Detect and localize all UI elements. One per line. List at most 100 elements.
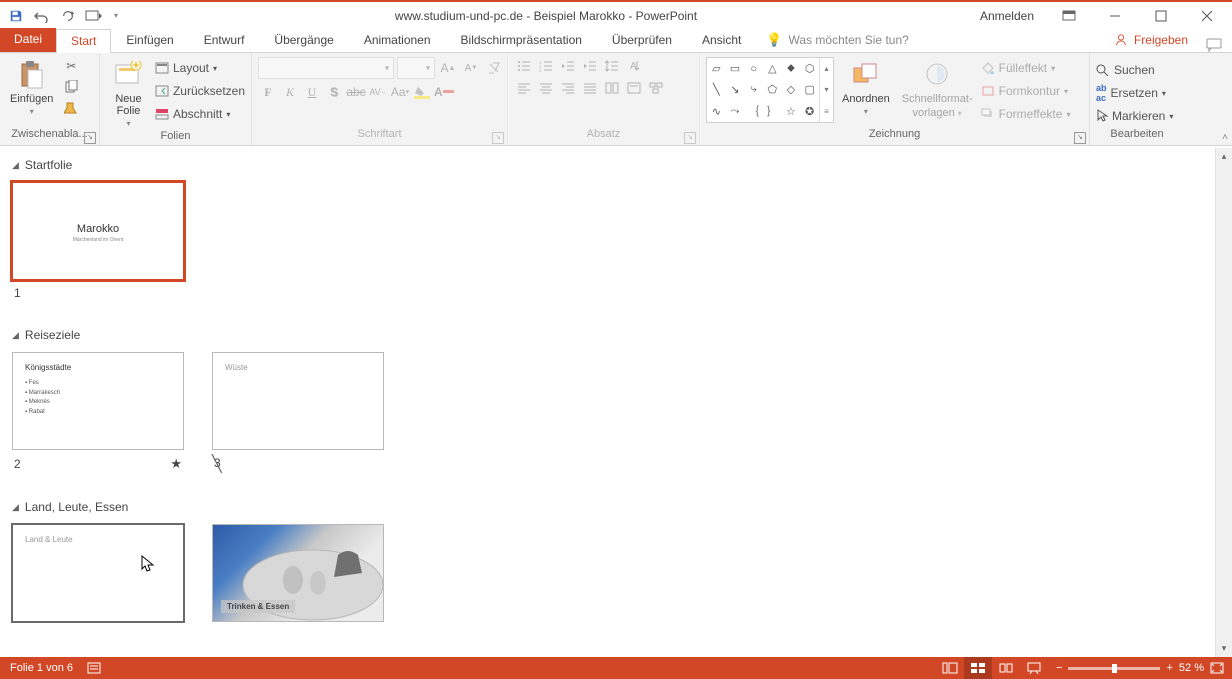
align-right-icon[interactable]: [558, 79, 578, 97]
tab-view[interactable]: Ansicht: [687, 28, 756, 52]
reset-button[interactable]: Zurücksetzen: [155, 80, 245, 102]
zoom-out-icon[interactable]: −: [1056, 662, 1062, 674]
section-button[interactable]: Abschnitt▾: [155, 103, 245, 125]
change-case-icon[interactable]: Aa▾: [390, 83, 410, 101]
replace-button[interactable]: abacErsetzen▾: [1096, 82, 1166, 104]
tab-transitions[interactable]: Übergänge: [259, 28, 348, 52]
redo-icon[interactable]: [56, 4, 80, 28]
tab-slideshow[interactable]: Bildschirmpräsentation: [446, 28, 597, 52]
group-font: ▾ ▾ A▲ A▼ F K U S abc AV↔ Aa▾ A Schrifta…: [252, 53, 508, 145]
section-header[interactable]: ◢Startfolie: [12, 158, 1203, 172]
start-from-beginning-icon[interactable]: [82, 4, 106, 28]
arrange-button[interactable]: Anordnen▾: [838, 57, 894, 118]
scroll-up-icon[interactable]: ▴: [1216, 148, 1232, 165]
tab-animations[interactable]: Animationen: [349, 28, 446, 52]
decrease-indent-icon[interactable]: [558, 57, 578, 75]
section-header[interactable]: ◢Reiseziele: [12, 328, 1203, 342]
tell-me-placeholder: Was möchten Sie tun?: [789, 33, 909, 47]
clear-formatting-icon[interactable]: [484, 59, 504, 77]
slide-thumbnail-1[interactable]: Marokko Märchenland im Orient: [12, 182, 184, 280]
align-text-icon[interactable]: [624, 79, 644, 97]
columns-icon[interactable]: [602, 79, 622, 97]
underline-icon[interactable]: U: [302, 83, 322, 101]
sign-in-button[interactable]: Anmelden: [970, 9, 1044, 23]
slide-sorter-view-icon[interactable]: [964, 657, 992, 679]
shape-effects-button[interactable]: Formeffekte▾: [981, 103, 1071, 125]
shadow-icon[interactable]: S: [324, 83, 344, 101]
bullets-icon[interactable]: [514, 57, 534, 75]
close-icon[interactable]: [1186, 3, 1228, 29]
align-center-icon[interactable]: [536, 79, 556, 97]
save-icon[interactable]: [4, 4, 28, 28]
shapes-gallery[interactable]: ▱▭○△⬥⬡ ╲↘⤷⬠◇▢ ∿⤳｛｝☆✪ ▴▾≡: [706, 57, 834, 123]
line-spacing-icon[interactable]: [602, 57, 622, 75]
new-slide-button[interactable]: Neue Folie ▾: [106, 57, 151, 130]
slide-thumbnail-4[interactable]: Land & Leute: [12, 524, 184, 622]
animation-star-icon[interactable]: ★: [170, 456, 182, 472]
paste-button[interactable]: Einfügen ▾: [6, 57, 57, 118]
tab-home[interactable]: Start: [56, 29, 111, 53]
justify-icon[interactable]: [580, 79, 600, 97]
scroll-down-icon[interactable]: ▾: [1216, 640, 1232, 657]
find-button[interactable]: Suchen: [1096, 59, 1155, 81]
cut-icon[interactable]: ✂: [61, 57, 81, 75]
tab-file[interactable]: Datei: [0, 28, 56, 52]
character-spacing-icon[interactable]: AV↔: [368, 83, 388, 101]
drawing-dialog-launcher[interactable]: ↘: [1074, 132, 1086, 144]
collapse-ribbon-icon[interactable]: ˄: [1222, 132, 1228, 143]
section-land-leute-essen: ◢Land, Leute, Essen Land & Leute: [12, 500, 1203, 642]
align-left-icon[interactable]: [514, 79, 534, 97]
increase-indent-icon[interactable]: [580, 57, 600, 75]
normal-view-icon[interactable]: [936, 657, 964, 679]
highlight-icon[interactable]: [412, 83, 432, 101]
qat-customize-icon[interactable]: ▾: [114, 11, 118, 20]
paragraph-dialog-launcher[interactable]: ↘: [684, 132, 696, 144]
slide-thumbnail-2[interactable]: Königsstädte ▪ Fes ▪ Marrakesch ▪ Meknès…: [12, 352, 184, 450]
increase-font-icon[interactable]: A▲: [438, 59, 458, 77]
strikethrough-icon[interactable]: abc: [346, 83, 366, 101]
smartart-icon[interactable]: [646, 79, 666, 97]
zoom-slider[interactable]: [1068, 667, 1160, 670]
slide-sorter[interactable]: ◢Startfolie Marokko Märchenland im Orien…: [0, 148, 1215, 657]
zoom-in-icon[interactable]: +: [1166, 662, 1172, 674]
slide-thumbnail-5[interactable]: Trinken & Essen: [212, 524, 384, 622]
layout-button[interactable]: Layout▾: [155, 57, 245, 79]
decrease-font-icon[interactable]: A▼: [461, 59, 481, 77]
clipboard-dialog-launcher[interactable]: ↘: [84, 132, 96, 144]
status-bar: Folie 1 von 6 − + 52 %: [0, 657, 1232, 679]
tab-insert[interactable]: Einfügen: [111, 28, 188, 52]
tell-me-search[interactable]: 💡 Was möchten Sie tun?: [766, 28, 908, 52]
fit-to-window-icon[interactable]: [1210, 662, 1224, 674]
font-size-combo[interactable]: ▾: [397, 57, 435, 79]
undo-icon[interactable]: [30, 4, 54, 28]
slide-counter[interactable]: Folie 1 von 6: [10, 662, 73, 674]
font-color-icon[interactable]: A: [434, 83, 454, 101]
quick-styles-button[interactable]: Schnellformat- vorlagen ▾: [898, 57, 977, 121]
share-button[interactable]: Freigeben: [1100, 28, 1202, 52]
reading-view-icon[interactable]: [992, 657, 1020, 679]
bold-icon[interactable]: F: [258, 83, 278, 101]
font-dialog-launcher[interactable]: ↘: [492, 132, 504, 144]
copy-icon[interactable]: [61, 78, 81, 96]
vertical-scrollbar[interactable]: ▴ ▾: [1215, 148, 1232, 657]
minimize-icon[interactable]: [1094, 3, 1136, 29]
section-header[interactable]: ◢Land, Leute, Essen: [12, 500, 1203, 514]
comments-icon[interactable]: [1202, 38, 1226, 52]
text-direction-icon[interactable]: A: [624, 57, 644, 75]
font-name-combo[interactable]: ▾: [258, 57, 394, 79]
tab-design[interactable]: Entwurf: [189, 28, 260, 52]
select-button[interactable]: Markieren▾: [1096, 105, 1173, 127]
shape-fill-button[interactable]: Fülleffekt▾: [981, 57, 1071, 79]
italic-icon[interactable]: K: [280, 83, 300, 101]
ribbon-display-options-icon[interactable]: [1048, 3, 1090, 29]
shape-outline-button[interactable]: Formkontur▾: [981, 80, 1071, 102]
slide-thumbnail-3[interactable]: Wüste: [212, 352, 384, 450]
slideshow-view-icon[interactable]: [1020, 657, 1048, 679]
tab-review[interactable]: Überprüfen: [597, 28, 687, 52]
zoom-percent[interactable]: 52 %: [1179, 662, 1204, 674]
numbering-icon[interactable]: 123: [536, 57, 556, 75]
notes-icon[interactable]: [87, 662, 101, 674]
format-painter-icon[interactable]: [61, 99, 81, 117]
maximize-icon[interactable]: [1140, 3, 1182, 29]
section-startfolie: ◢Startfolie Marokko Märchenland im Orien…: [12, 158, 1203, 300]
